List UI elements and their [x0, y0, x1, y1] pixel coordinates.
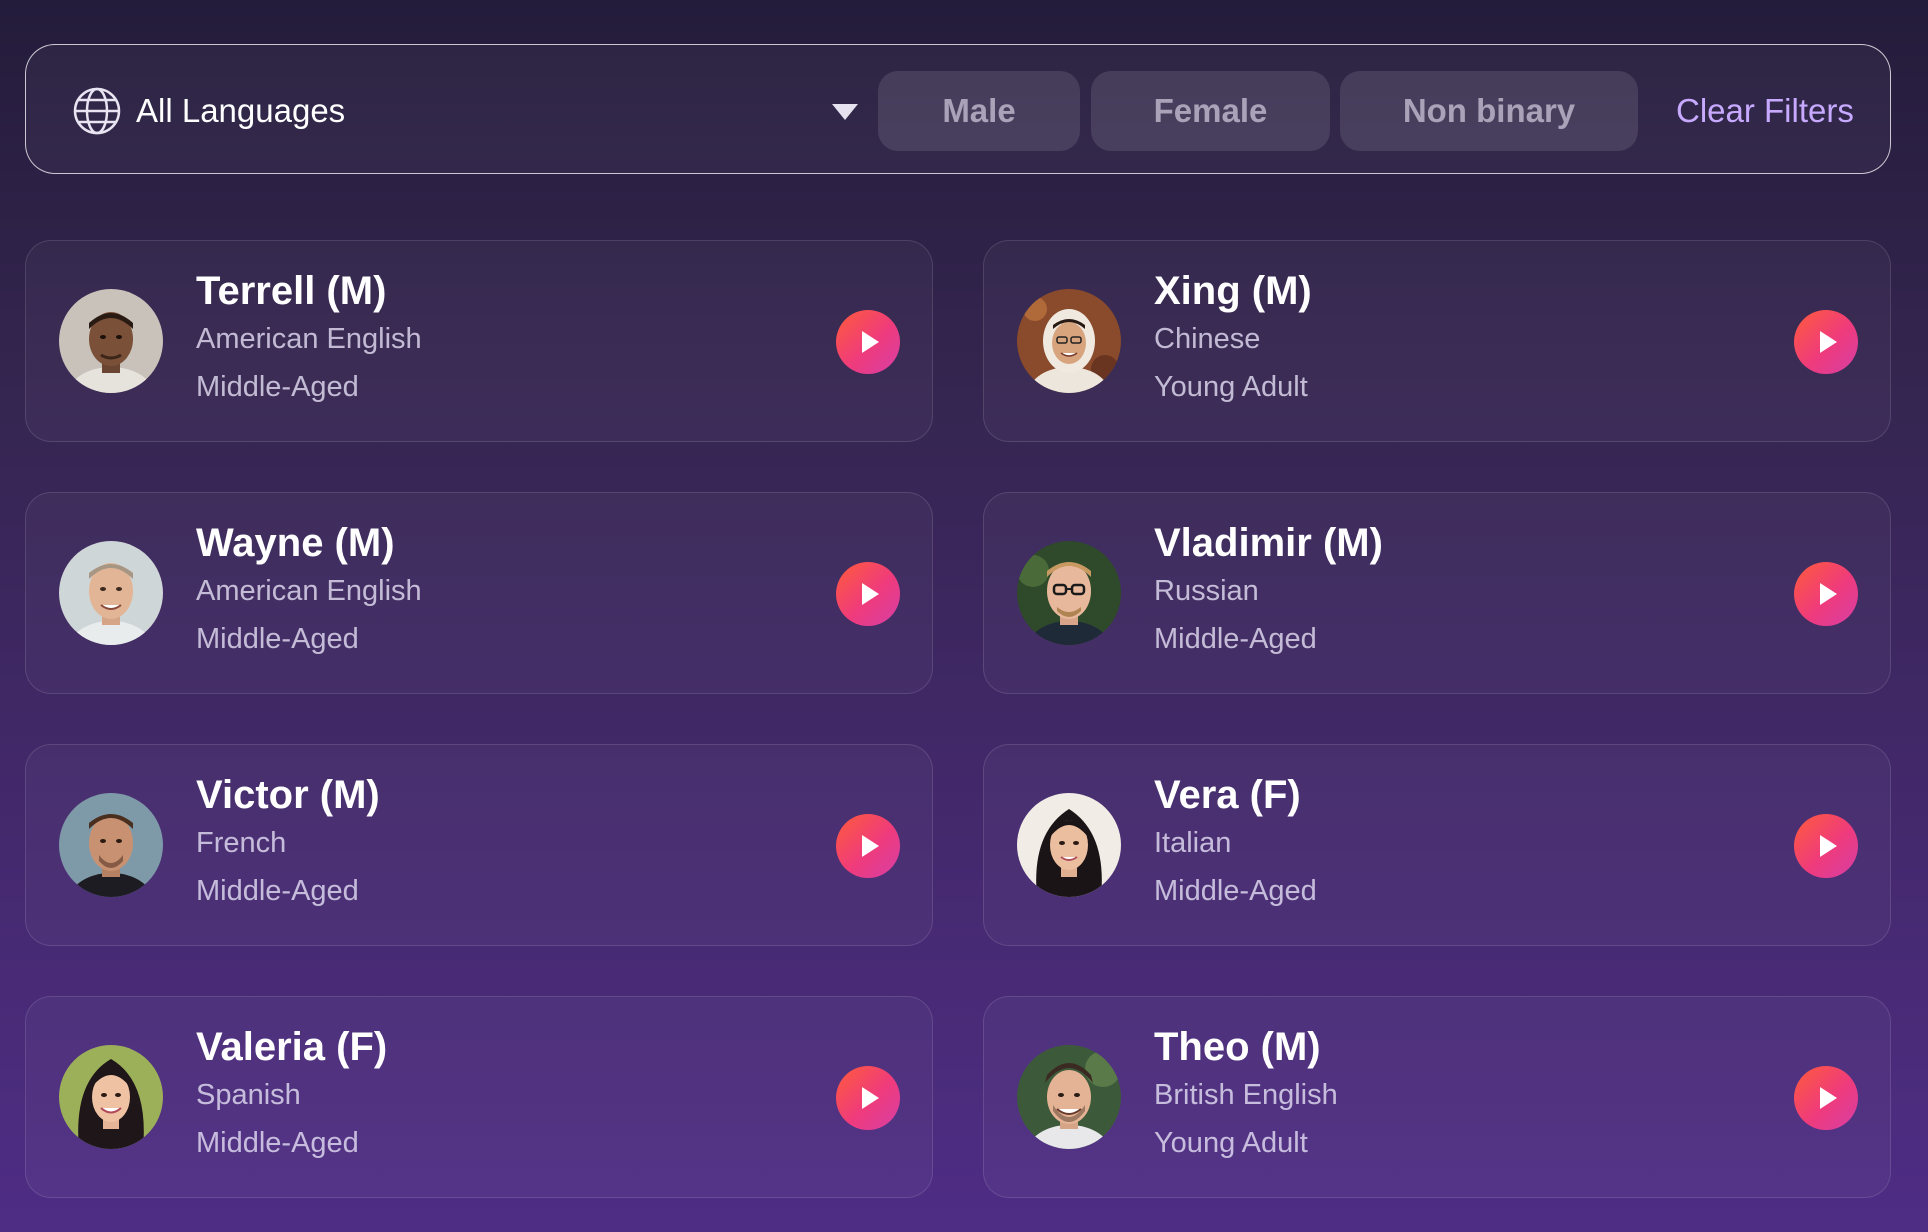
play-button[interactable]	[836, 310, 900, 374]
voice-age: Young Adult	[1154, 371, 1308, 403]
voice-age: Young Adult	[1154, 1127, 1308, 1159]
voice-name: Xing (M)	[1154, 269, 1312, 313]
voice-card[interactable]: Valeria (F) Spanish Middle-Aged	[25, 996, 933, 1198]
voice-language: Italian	[1154, 827, 1232, 859]
voice-name: Vladimir (M)	[1154, 521, 1383, 565]
voice-card[interactable]: Theo (M) British English Young Adult	[983, 996, 1891, 1198]
play-icon	[1820, 1087, 1837, 1109]
voice-language: American English	[196, 575, 422, 607]
play-button[interactable]	[836, 562, 900, 626]
voice-name: Valeria (F)	[196, 1025, 388, 1069]
language-dropdown[interactable]: All Languages	[72, 83, 862, 139]
voice-age: Middle-Aged	[196, 371, 359, 403]
play-icon	[862, 331, 879, 353]
caret-down-icon[interactable]	[832, 104, 858, 120]
voice-card[interactable]: Vera (F) Italian Middle-Aged	[983, 744, 1891, 946]
voice-age: Middle-Aged	[1154, 875, 1317, 907]
voice-language: British English	[1154, 1079, 1338, 1111]
avatar	[59, 1045, 163, 1149]
voice-name: Vera (F)	[1154, 773, 1301, 817]
voice-language: American English	[196, 323, 422, 355]
voice-name: Wayne (M)	[196, 521, 395, 565]
avatar	[1017, 1045, 1121, 1149]
play-icon	[1820, 835, 1837, 857]
play-button[interactable]	[1794, 814, 1858, 878]
avatar	[59, 289, 163, 393]
play-button[interactable]	[836, 1066, 900, 1130]
filter-chip-female[interactable]: Female	[1091, 71, 1330, 151]
voice-language: French	[196, 827, 287, 859]
avatar	[1017, 541, 1121, 645]
play-icon	[1820, 331, 1837, 353]
voice-age: Middle-Aged	[196, 1127, 359, 1159]
voice-language: Russian	[1154, 575, 1259, 607]
voice-card[interactable]: Wayne (M) American English Middle-Aged	[25, 492, 933, 694]
avatar	[59, 541, 163, 645]
play-icon	[862, 835, 879, 857]
voice-card[interactable]: Xing (M) Chinese Young Adult	[983, 240, 1891, 442]
play-button[interactable]	[1794, 310, 1858, 374]
clear-filters-link[interactable]: Clear Filters	[1676, 71, 1854, 151]
filter-chip-male[interactable]: Male	[878, 71, 1080, 151]
play-icon	[1820, 583, 1837, 605]
voice-age: Middle-Aged	[1154, 623, 1317, 655]
voice-name: Theo (M)	[1154, 1025, 1321, 1069]
play-button[interactable]	[836, 814, 900, 878]
filter-bar: All Languages Male Female Non binary Cle…	[25, 44, 1891, 174]
voice-card[interactable]: Victor (M) French Middle-Aged	[25, 744, 933, 946]
filter-chip-non-binary[interactable]: Non binary	[1340, 71, 1638, 151]
voice-name: Terrell (M)	[196, 269, 387, 313]
voice-age: Middle-Aged	[196, 875, 359, 907]
language-dropdown-label: All Languages	[136, 92, 346, 129]
play-button[interactable]	[1794, 1066, 1858, 1130]
avatar	[1017, 289, 1121, 393]
voice-language: Spanish	[196, 1079, 301, 1111]
avatar	[1017, 793, 1121, 897]
voice-language: Chinese	[1154, 323, 1261, 355]
voice-card[interactable]: Terrell (M) American English Middle-Aged	[25, 240, 933, 442]
play-icon	[862, 583, 879, 605]
play-button[interactable]	[1794, 562, 1858, 626]
voice-age: Middle-Aged	[196, 623, 359, 655]
globe-icon	[73, 87, 121, 135]
avatar	[59, 793, 163, 897]
voice-card[interactable]: Vladimir (M) Russian Middle-Aged	[983, 492, 1891, 694]
play-icon	[862, 1087, 879, 1109]
voice-name: Victor (M)	[196, 773, 380, 817]
